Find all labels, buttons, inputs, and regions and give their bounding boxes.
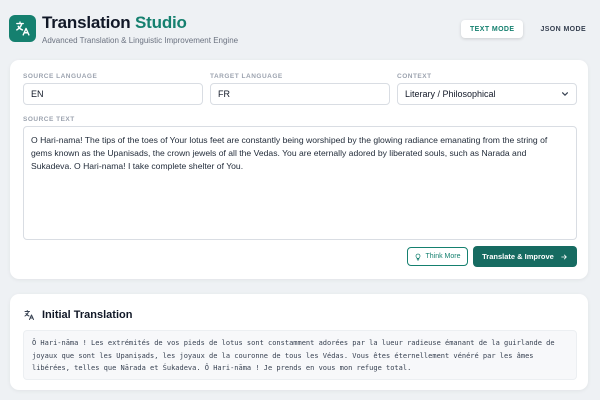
translate-icon bbox=[24, 310, 34, 320]
app-title-accent: Studio bbox=[135, 13, 187, 32]
initial-translation-title: Initial Translation bbox=[42, 309, 133, 321]
source-text-label: SOURCE TEXT bbox=[23, 116, 75, 123]
target-language-value: FR bbox=[218, 89, 230, 99]
arrow-right-icon bbox=[561, 254, 567, 259]
app-title: Translation Studio bbox=[42, 13, 187, 33]
text-mode-button[interactable]: TEXT MODE bbox=[461, 20, 524, 38]
source-language-input[interactable]: EN bbox=[23, 83, 203, 105]
context-label: CONTEXT bbox=[397, 73, 432, 80]
json-mode-button[interactable]: JSON MODE bbox=[531, 20, 595, 38]
app-subtitle: Advanced Translation & Linguistic Improv… bbox=[42, 36, 239, 45]
target-language-input[interactable]: FR bbox=[210, 83, 390, 105]
chevron-down-icon bbox=[562, 92, 568, 96]
translate-improve-label: Translate & Improve bbox=[482, 252, 554, 261]
think-more-button[interactable]: Think More bbox=[407, 247, 468, 266]
app-title-main: Translation bbox=[42, 13, 131, 32]
translate-improve-button[interactable]: Translate & Improve bbox=[473, 246, 577, 267]
app-header: Translation Studio Advanced Translation … bbox=[0, 0, 600, 58]
lightbulb-icon bbox=[416, 253, 421, 260]
initial-translation-card: Initial Translation Ô Hari-nāma ! Les ex… bbox=[10, 294, 588, 390]
initial-translation-text: Ô Hari-nāma ! Les extrémités de vos pied… bbox=[23, 330, 577, 380]
translate-icon bbox=[16, 21, 30, 36]
source-language-value: EN bbox=[31, 89, 44, 99]
mode-switch: TEXT MODE JSON MODE bbox=[461, 20, 595, 38]
app-logo bbox=[9, 15, 36, 42]
context-value: Literary / Philosophical bbox=[405, 89, 496, 99]
context-select[interactable]: Literary / Philosophical bbox=[397, 83, 577, 105]
source-language-label: SOURCE LANGUAGE bbox=[23, 73, 98, 80]
source-text-input[interactable]: O Hari-nama! The tips of the toes of You… bbox=[23, 126, 577, 240]
translation-input-card: SOURCE LANGUAGE EN TARGET LANGUAGE FR CO… bbox=[10, 60, 588, 279]
think-more-label: Think More bbox=[425, 253, 461, 260]
target-language-label: TARGET LANGUAGE bbox=[210, 73, 283, 80]
